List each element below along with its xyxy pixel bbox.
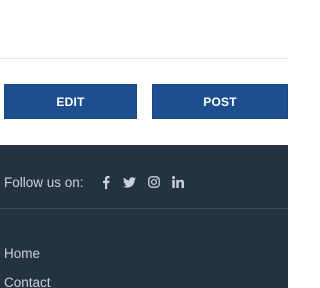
social-row: Follow us on: [4, 172, 190, 192]
footer-link-home[interactable]: Home [4, 239, 51, 268]
footer: Follow us on: Home Contact [0, 145, 288, 288]
instagram-icon[interactable] [146, 174, 162, 190]
follow-label: Follow us on: [4, 174, 84, 190]
twitter-icon[interactable] [122, 174, 138, 190]
page: EDIT POST Follow us on: Home Contact [0, 0, 288, 288]
footer-link-contact[interactable]: Contact [4, 268, 51, 288]
action-bar: EDIT POST [0, 59, 288, 145]
footer-divider [0, 208, 288, 209]
content-area [0, 0, 288, 59]
footer-nav: Home Contact [4, 239, 51, 288]
post-button[interactable]: POST [152, 84, 288, 119]
edit-button[interactable]: EDIT [4, 84, 137, 119]
linkedin-icon[interactable] [170, 174, 186, 190]
facebook-icon[interactable] [98, 174, 114, 190]
